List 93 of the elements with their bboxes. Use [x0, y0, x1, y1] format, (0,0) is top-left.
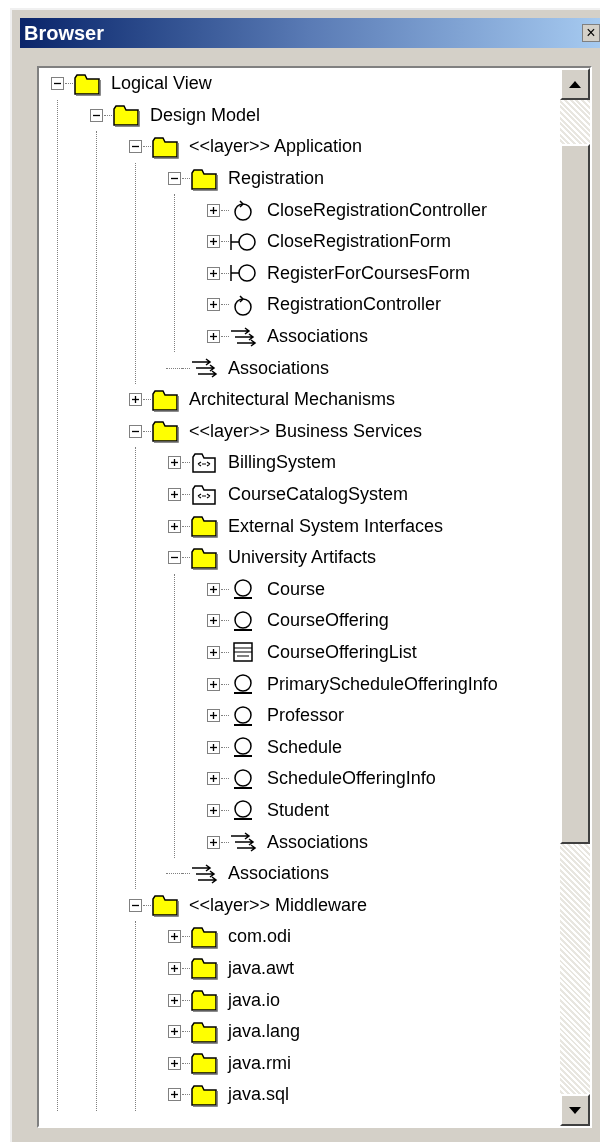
folder-icon — [190, 545, 218, 570]
folder-icon — [190, 166, 218, 191]
collapse-toggle[interactable] — [89, 108, 103, 122]
tree-item-label[interactable]: java.awt — [228, 954, 295, 982]
tree-item-label[interactable]: Design Model — [150, 101, 261, 129]
expand-toggle[interactable] — [167, 961, 181, 975]
tree-item-label[interactable]: External System Interfaces — [228, 512, 444, 540]
associations-icon — [229, 830, 257, 855]
folder-icon — [151, 893, 179, 918]
expand-toggle[interactable] — [206, 203, 220, 217]
tree-item-label[interactable]: <<layer>> Business Services — [189, 417, 423, 445]
expand-toggle[interactable] — [206, 298, 220, 312]
subsystem-icon — [190, 450, 218, 475]
tree-item-label[interactable]: BillingSystem — [228, 449, 337, 477]
expand-toggle[interactable] — [167, 1025, 181, 1039]
folder-icon — [190, 514, 218, 539]
folder-icon — [190, 988, 218, 1012]
collapse-toggle[interactable] — [128, 424, 142, 438]
associations-icon — [190, 356, 218, 381]
tree-item-label[interactable]: Student — [267, 796, 330, 824]
collapse-toggle[interactable] — [167, 551, 181, 565]
tree-item-label[interactable]: com.odi — [228, 923, 292, 951]
tree-item-label[interactable]: Logical View — [111, 70, 212, 98]
expand-toggle[interactable] — [206, 646, 220, 659]
tree-item-label[interactable]: Architectural Mechanisms — [189, 386, 396, 414]
tree-item-label[interactable]: java.rmi — [228, 1049, 291, 1077]
expand-toggle[interactable] — [167, 488, 181, 501]
folder-icon — [151, 419, 179, 444]
tree-item-label[interactable]: CloseRegistrationForm — [267, 228, 452, 256]
tree-item-label[interactable]: Associations — [267, 828, 369, 856]
folder-icon — [151, 135, 179, 159]
folder-icon — [190, 1082, 218, 1107]
expand-toggle[interactable] — [167, 456, 181, 470]
tree-item-label[interactable]: Registration — [228, 165, 325, 193]
expand-toggle[interactable] — [167, 1056, 181, 1070]
tree-item-label[interactable]: RegisterForCoursesForm — [267, 259, 471, 287]
folder-icon — [112, 103, 140, 128]
down-arrow-icon — [569, 1106, 581, 1114]
close-button[interactable]: × — [582, 24, 600, 42]
expand-toggle[interactable] — [206, 330, 220, 344]
tree-item-label[interactable]: Associations — [228, 860, 330, 888]
tree-item-label[interactable]: <<layer>> Application — [189, 133, 363, 161]
expand-toggle[interactable] — [206, 235, 220, 249]
subsystem-icon — [190, 482, 218, 507]
expand-toggle[interactable] — [206, 772, 220, 786]
folder-icon — [190, 956, 218, 981]
expand-toggle[interactable] — [167, 519, 181, 533]
expand-toggle[interactable] — [206, 835, 220, 849]
tree-item-label[interactable]: CourseOfferingList — [267, 639, 417, 666]
tree-item-label[interactable]: RegistrationController — [267, 291, 442, 319]
expand-toggle[interactable] — [167, 993, 181, 1007]
associations-icon — [229, 324, 257, 349]
tree-item-label[interactable]: java.io — [228, 986, 281, 1014]
tree-item-label[interactable]: CourseCatalogSystem — [228, 481, 409, 508]
expand-toggle[interactable] — [206, 803, 220, 817]
window-title: Browser — [24, 21, 105, 46]
collapse-toggle[interactable] — [167, 172, 181, 186]
tree-item-label[interactable]: ScheduleOfferingInfo — [267, 765, 436, 793]
up-arrow-icon — [569, 80, 581, 88]
tree-item-label[interactable]: Professor — [267, 702, 345, 730]
expand-toggle[interactable] — [128, 393, 142, 407]
folder-icon — [73, 71, 101, 96]
tree-item-label[interactable]: java.lang — [228, 1018, 301, 1046]
scroll-down-button[interactable] — [560, 1094, 590, 1126]
expand-toggle[interactable] — [206, 740, 220, 754]
expand-toggle[interactable] — [206, 582, 220, 596]
folder-icon — [190, 1051, 218, 1076]
expand-toggle[interactable] — [206, 614, 220, 628]
expand-toggle[interactable] — [206, 709, 220, 723]
tree-item-label[interactable]: Associations — [267, 323, 369, 351]
associations-icon — [190, 861, 218, 886]
collapse-toggle[interactable] — [128, 898, 142, 912]
expand-toggle[interactable] — [167, 930, 181, 944]
collapse-toggle[interactable] — [50, 77, 64, 91]
scroll-thumb[interactable] — [560, 144, 590, 844]
tree-item-label[interactable]: java.sql — [228, 1081, 290, 1109]
tree-item-label[interactable]: PrimaryScheduleOfferingInfo — [267, 670, 498, 698]
folder-icon — [190, 924, 218, 949]
tree-item-label[interactable]: Schedule — [267, 733, 343, 761]
scrollbar[interactable] — [560, 68, 590, 1126]
tree-item-label[interactable]: CloseRegistrationController — [267, 196, 488, 224]
tree-item-label[interactable]: Associations — [228, 354, 330, 382]
folder-icon — [151, 387, 179, 412]
tree-item-label[interactable]: CourseOffering — [267, 607, 389, 635]
collapse-toggle[interactable] — [128, 140, 142, 154]
tree-item-label[interactable]: Course — [267, 575, 326, 603]
tree-item-label[interactable]: <<layer>> Middleware — [189, 891, 368, 919]
scroll-up-button[interactable] — [560, 68, 590, 100]
expand-toggle[interactable] — [167, 1088, 181, 1102]
tree-item-label[interactable]: University Artifacts — [228, 544, 377, 572]
expand-toggle[interactable] — [206, 266, 220, 280]
folder-icon — [190, 1019, 218, 1044]
expand-toggle[interactable] — [206, 677, 220, 691]
